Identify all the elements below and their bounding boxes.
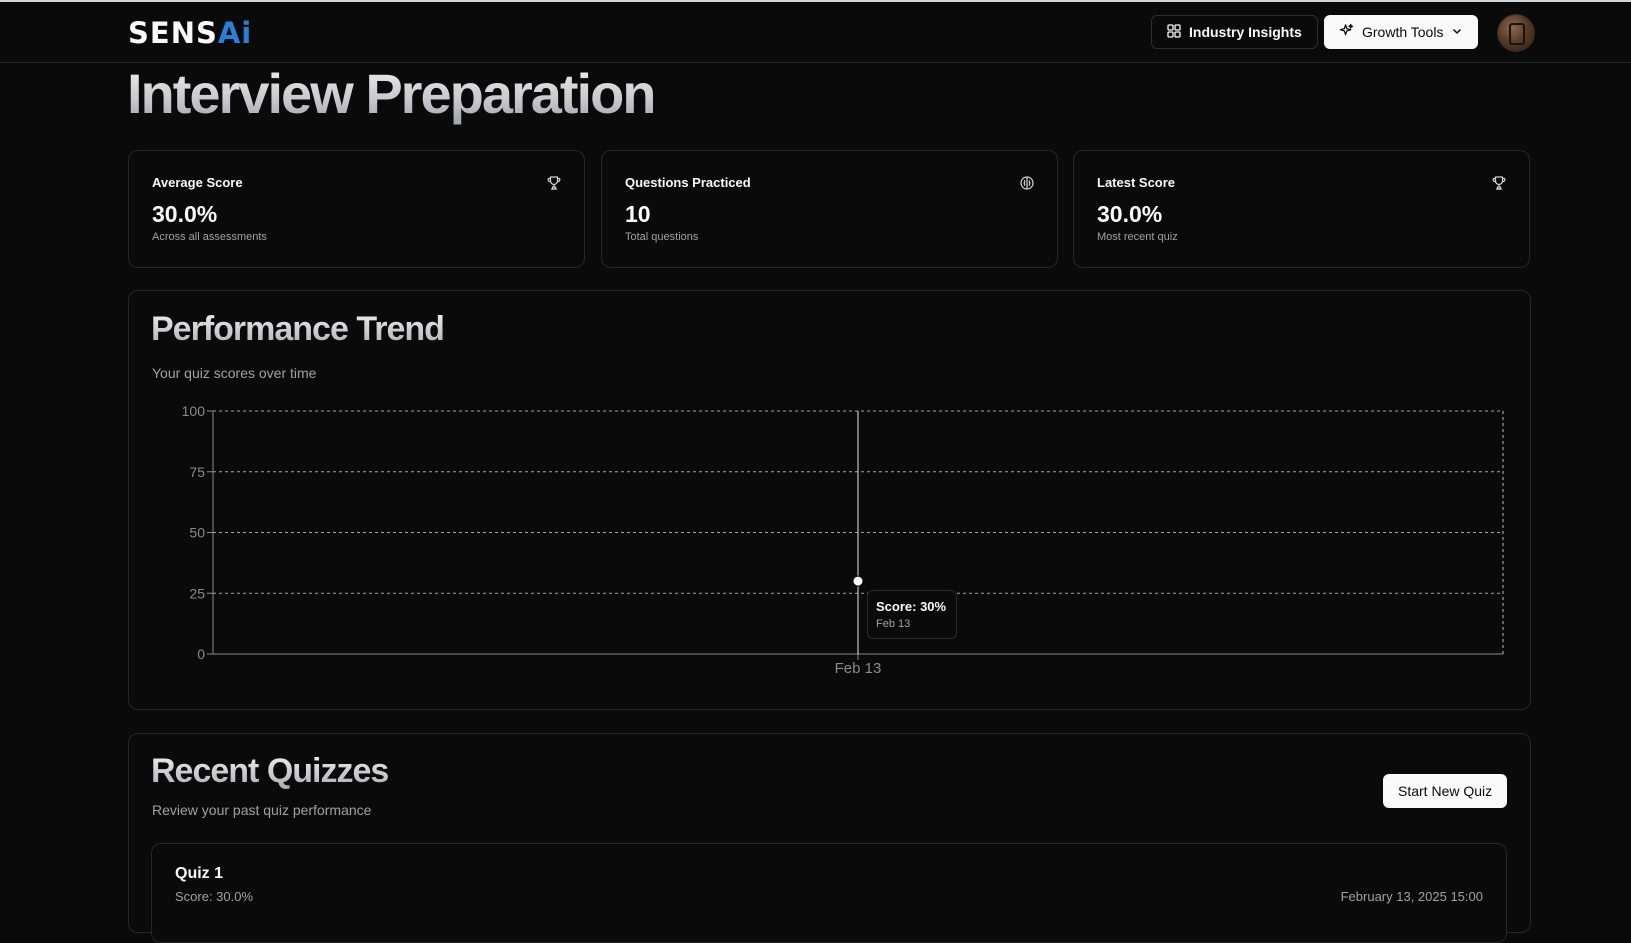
x-tick-label: Feb 13 [835,660,882,677]
tooltip-date: Feb 13 [876,618,911,630]
y-tick-label: 0 [197,646,205,662]
chart-tooltip: Score: 30% Feb 13 [867,590,957,639]
data-point [852,575,864,587]
quiz-title: Quiz 1 [175,865,224,882]
y-tick-label: 50 [189,525,205,541]
start-new-quiz-button[interactable]: Start New Quiz [1383,774,1508,808]
recent-quizzes-subtitle: Review your past quiz performance [152,802,372,818]
recent-quizzes-title: Recent Quizzes [151,752,389,790]
y-tick-label: 100 [182,403,206,419]
quiz-list-item[interactable]: Quiz 1 Score: 30.0% February 13, 2025 15… [151,843,1507,943]
y-tick-label: 25 [189,585,205,601]
y-tick-label: 75 [189,464,205,480]
quiz-date: February 13, 2025 15:00 [1340,889,1483,904]
quiz-score: Score: 30.0% [175,889,254,904]
tooltip-score: Score: 30% [876,599,947,614]
